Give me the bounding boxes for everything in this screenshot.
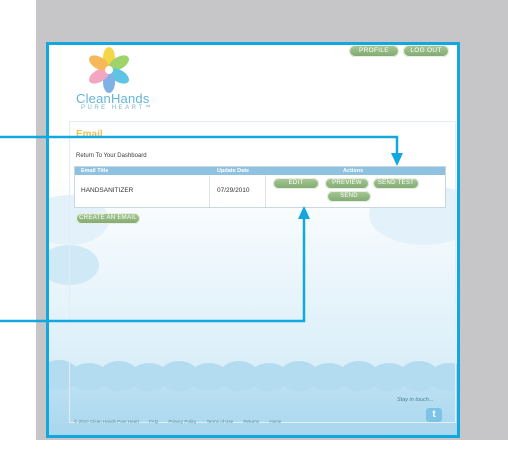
annotation-line-top [0,135,399,160]
annotation-line-bottom [0,212,306,323]
annotation-arrows [0,135,403,323]
arrow-down-icon [391,153,403,166]
arrow-up-icon [298,206,310,219]
